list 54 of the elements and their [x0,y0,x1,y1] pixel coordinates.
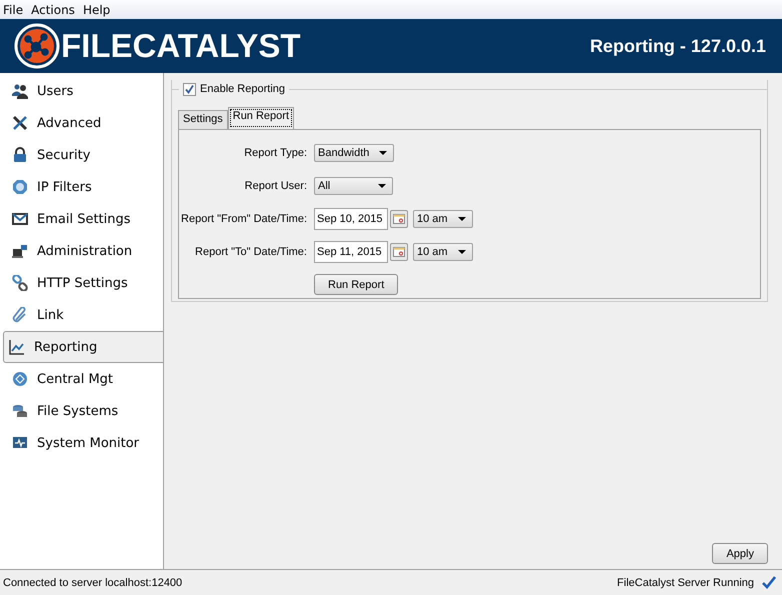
logo-text: FILECATALYST [61,27,301,65]
connection-status: Connected to server localhost:12400 [3,576,182,588]
field-label: Report "From" Date/Time: [180,212,307,224]
sidebar-item[interactable]: Reporting [3,331,163,363]
dropdown[interactable]: Bandwidth [314,144,394,162]
tab[interactable]: Settings [178,110,228,129]
sidebar-item[interactable]: Administration [0,235,163,267]
sidebar-item[interactable]: Link [0,299,163,331]
run-report-button[interactable]: Run Report [314,274,398,295]
sidebar-item[interactable]: Email Settings [0,203,163,235]
sidebar-item[interactable]: File Systems [0,395,163,427]
chart-icon [9,339,25,355]
calendar-button[interactable] [390,210,408,228]
date-field[interactable]: Sep 11, 2015 [314,240,388,262]
checkbox[interactable] [183,82,196,96]
caret-icon [458,216,466,220]
dropdown[interactable]: All [314,176,393,194]
sidebar-item[interactable]: Advanced [0,107,163,139]
checkmark-icon [762,576,776,589]
menu-item[interactable]: Actions [31,2,75,16]
checkbox-label: Enable Reporting [200,83,286,95]
calendar-icon [393,214,405,224]
monitor-icon [12,435,28,451]
page-title: Reporting - 127.0.0.1 [590,36,766,56]
padlock-icon [12,147,28,163]
calendar-button[interactable] [390,242,408,260]
caret-icon [378,184,386,188]
time-dropdown[interactable]: 10 am [413,210,473,228]
logo-icon [14,23,60,69]
chain-link-icon [12,275,28,291]
caret-icon [458,250,466,254]
sidebar-item[interactable]: Security [0,139,163,171]
users-icon [12,83,28,99]
caret-icon [379,150,388,154]
menu-item[interactable]: Help [82,2,110,16]
tab[interactable]: Run Report [228,107,294,129]
apply-button[interactable]: Apply [712,543,768,564]
field-label: Report Type: [243,146,307,158]
calendar-icon [393,246,405,256]
computer-icon [12,243,28,259]
envelope-icon [12,211,28,227]
sidebar-item[interactable]: Users [0,75,163,107]
time-dropdown[interactable]: 10 am [413,242,473,260]
date-field[interactable]: Sep 10, 2015 [314,208,388,230]
sidebar-item[interactable]: IP Filters [0,171,163,203]
database-icon [12,403,28,419]
sidebar-item[interactable]: Central Mgt [0,363,163,395]
paperclip-icon [12,307,28,323]
field-label: Report User: [244,180,307,192]
server-status: FileCatalyst Server Running [617,576,754,588]
menu-item[interactable]: File [3,2,24,16]
sidebar-item[interactable]: HTTP Settings [0,267,163,299]
sidebar-item[interactable]: System Monitor [0,427,163,459]
field-label: Report "To" Date/Time: [194,246,307,258]
